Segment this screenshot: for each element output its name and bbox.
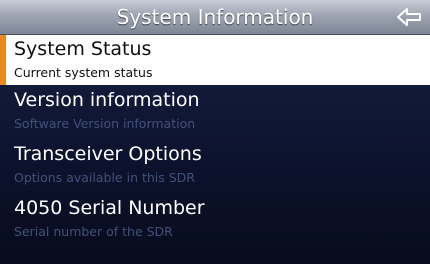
menu-item-transceiver-options[interactable]: Transceiver Options Options available in… bbox=[0, 139, 430, 193]
menu-item-system-status[interactable]: System Status Current system status bbox=[0, 35, 430, 85]
menu-item-serial-number[interactable]: 4050 Serial Number Serial number of the … bbox=[0, 193, 430, 247]
menu-item-label: Version information bbox=[14, 89, 200, 111]
menu-list: System Status Current system status Vers… bbox=[0, 35, 430, 247]
menu-item-label: System Status bbox=[14, 38, 152, 60]
page-title: System Information bbox=[116, 5, 314, 29]
menu-item-label: Transceiver Options bbox=[14, 143, 202, 165]
menu-item-label: 4050 Serial Number bbox=[14, 197, 205, 219]
menu-item-description: Current system status bbox=[14, 65, 153, 80]
title-bar: System Information bbox=[0, 0, 430, 35]
menu-item-version-information[interactable]: Version information Software Version inf… bbox=[0, 85, 430, 139]
menu-item-description: Serial number of the SDR bbox=[14, 224, 173, 239]
screen: System Information System Status Current… bbox=[0, 0, 430, 264]
menu-item-description: Options available in this SDR bbox=[14, 170, 195, 185]
back-arrow-icon[interactable] bbox=[396, 7, 422, 27]
menu-item-description: Software Version information bbox=[14, 116, 196, 131]
